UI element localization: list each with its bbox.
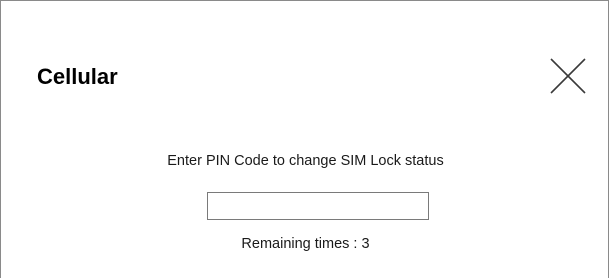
close-icon [550,58,586,94]
dialog-title: Cellular [37,64,118,89]
pin-prompt-label: Enter PIN Code to change SIM Lock status [167,153,444,169]
close-button[interactable] [546,55,590,99]
cellular-dialog: Cellular Enter PIN Code to change SIM Lo… [0,0,609,278]
remaining-attempts-label: Remaining times : 3 [241,236,370,252]
pin-code-input[interactable] [207,192,429,220]
